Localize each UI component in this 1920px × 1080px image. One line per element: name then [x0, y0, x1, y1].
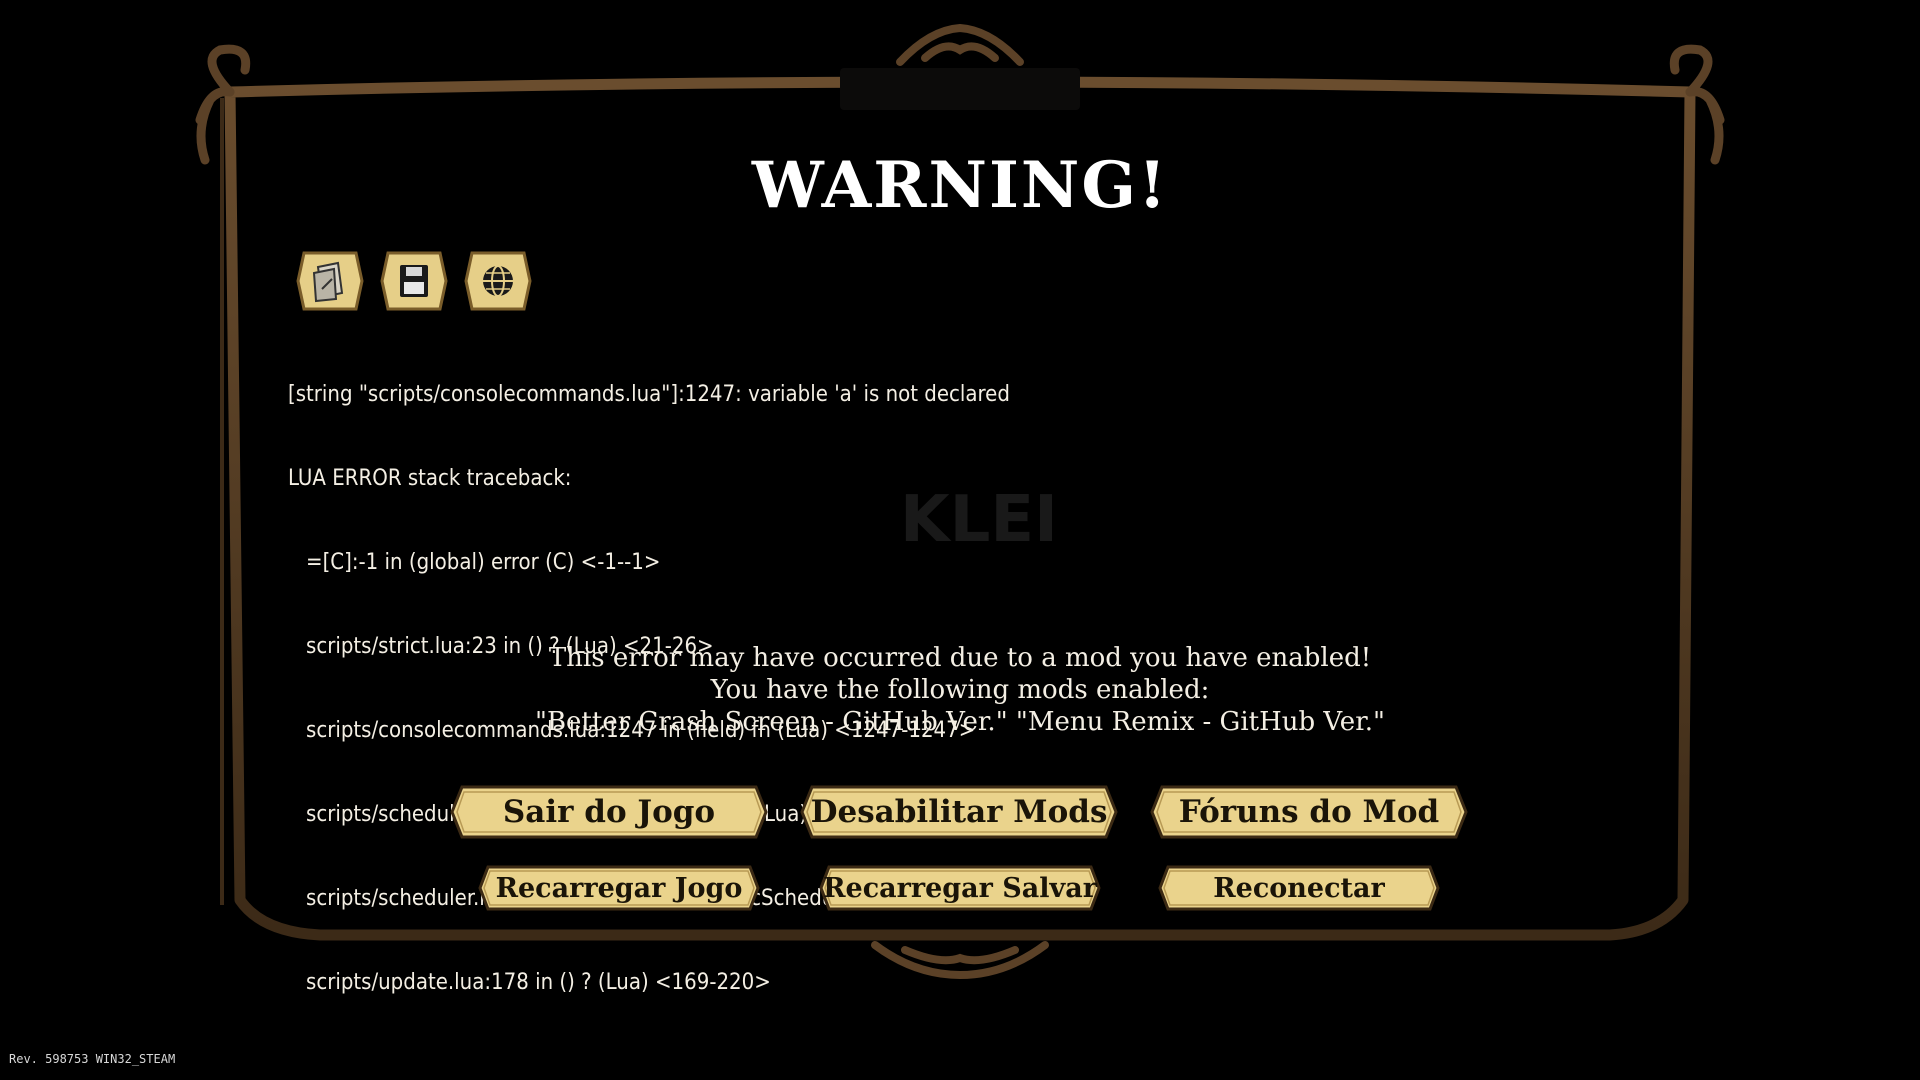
mod-warning-line: This error may have occurred due to a mo…	[548, 643, 1372, 673]
page-title: WARNING!	[751, 148, 1169, 223]
crash-screen: KLEI WARNING! [string "scripts/consoleco…	[0, 0, 1920, 1080]
error-message: [string "scripts/consolecommands.lua"]:1…	[288, 382, 1010, 407]
disable-mods-button[interactable]: Desabilitar Mods	[800, 784, 1118, 840]
reload-save-label: Recarregar Salvar	[823, 872, 1097, 904]
enabled-mods-list: "Better Crash Screen - GitHub Ver." "Men…	[534, 707, 1385, 737]
quit-game-label: Sair do Jogo	[502, 794, 716, 830]
mod-forums-label: Fóruns do Mod	[1178, 794, 1440, 830]
mod-forums-button[interactable]: Fóruns do Mod	[1150, 784, 1468, 840]
save-log-button[interactable]	[380, 249, 448, 313]
open-log-button[interactable]	[296, 249, 364, 313]
reload-save-button[interactable]: Recarregar Salvar	[819, 864, 1101, 912]
quit-game-button[interactable]: Sair do Jogo	[450, 784, 768, 840]
reconnect-label: Reconectar	[1213, 872, 1385, 904]
reconnect-button[interactable]: Reconectar	[1158, 864, 1440, 912]
traceback-line: =[C]:-1 in (global) error (C) <-1--1>	[306, 550, 661, 575]
traceback-header: LUA ERROR stack traceback:	[288, 466, 572, 491]
open-website-button[interactable]	[464, 249, 532, 313]
reload-game-button[interactable]: Recarregar Jogo	[478, 864, 760, 912]
traceback-line: scripts/update.lua:178 in () ? (Lua) <16…	[306, 970, 771, 995]
reload-game-label: Recarregar Jogo	[495, 872, 743, 904]
disable-mods-label: Desabilitar Mods	[810, 794, 1108, 830]
open-log-icon	[296, 251, 364, 311]
build-revision: Rev. 598753 WIN32_STEAM	[9, 1052, 176, 1066]
save-disk-icon	[380, 251, 448, 311]
mod-warning-line: You have the following mods enabled:	[710, 675, 1210, 705]
mod-warning-message: This error may have occurred due to a mo…	[0, 642, 1920, 738]
globe-icon	[464, 251, 532, 311]
